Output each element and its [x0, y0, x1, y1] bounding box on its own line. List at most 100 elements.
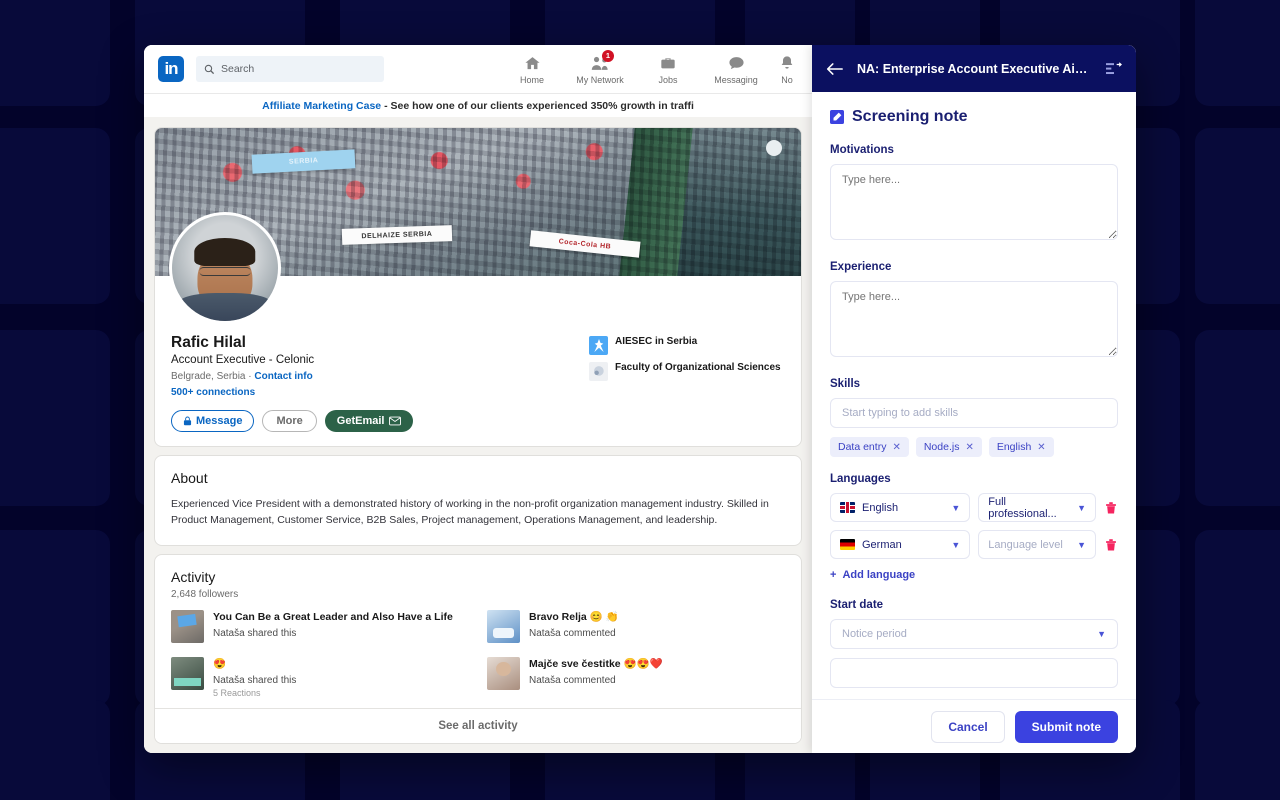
followers-count: 2,648 followers	[171, 589, 785, 600]
language-select[interactable]: German ▼	[830, 530, 970, 559]
skills-input[interactable]: Start typing to add skills	[830, 398, 1118, 428]
skill-chip[interactable]: Node.js ✕	[916, 437, 982, 457]
getemail-label: GetEmail	[337, 415, 385, 427]
about-card: About Experienced Vice President with a …	[154, 455, 802, 546]
message-button[interactable]: Message	[171, 410, 254, 432]
language-row: German ▼ Language level ▼	[830, 530, 1118, 559]
home-icon	[524, 53, 541, 73]
background-tile	[1195, 128, 1280, 304]
skills-label: Skills	[830, 378, 1118, 390]
motivations-textarea[interactable]	[830, 164, 1118, 240]
skill-chip-label: English	[997, 441, 1031, 453]
start-date-secondary-field[interactable]	[830, 658, 1118, 688]
linkedin-nav-items: Home 1 My Network	[506, 53, 798, 85]
message-label: Message	[196, 415, 242, 427]
profile-location: Belgrade, Serbia · Contact info	[171, 371, 589, 382]
edit-note-icon	[830, 110, 844, 124]
start-date-label: Start date	[830, 599, 1118, 611]
submit-note-button[interactable]: Submit note	[1015, 711, 1118, 743]
background-tile	[0, 0, 110, 106]
language-level-placeholder: Language level	[988, 539, 1063, 551]
language-level-select[interactable]: Full professional... ▼	[978, 493, 1096, 522]
panel-title: NA: Enterprise Account Executive Airl…	[857, 62, 1092, 76]
add-language-button[interactable]: + Add language	[830, 569, 1118, 581]
background-tile	[0, 128, 110, 304]
background-tile	[1195, 0, 1280, 106]
list-item[interactable]: You Can Be a Great Leader and Also Have …	[171, 610, 469, 643]
organization-item[interactable]: Faculty of Organizational Sciences	[589, 362, 785, 381]
chevron-down-icon: ▼	[1077, 503, 1086, 513]
delete-language-icon[interactable]	[1104, 538, 1118, 552]
panel-header: NA: Enterprise Account Executive Airl…	[812, 45, 1136, 92]
promo-link[interactable]: Affiliate Marketing Case	[262, 100, 381, 112]
nav-label: No	[781, 75, 793, 85]
nav-item-notifications[interactable]: No	[778, 53, 796, 85]
list-item[interactable]: Bravo Relja 😊 👏 Nataša commented	[487, 610, 785, 643]
nav-label: Jobs	[658, 75, 677, 85]
chat-bubble-icon	[728, 53, 745, 73]
screening-note-heading-label: Screening note	[852, 108, 968, 126]
remove-chip-icon[interactable]: ✕	[892, 442, 900, 453]
screening-note-heading: Screening note	[830, 108, 1118, 126]
activity-item-title: Bravo Relja 😊 👏	[529, 610, 619, 624]
activity-thumbnail	[171, 610, 204, 643]
language-level-select[interactable]: Language level ▼	[978, 530, 1096, 559]
arrow-left-icon[interactable]	[826, 62, 843, 76]
see-all-activity-button[interactable]: See all activity	[155, 708, 801, 743]
remove-chip-icon[interactable]: ✕	[965, 442, 973, 453]
avatar-shirt	[177, 293, 272, 321]
linkedin-logo-icon[interactable]: in	[158, 56, 184, 82]
profile-scroll-area: SERBIA DELHAIZE SERBIA Coca-Cola HB Rafi…	[144, 117, 812, 744]
activity-thumbnail	[487, 610, 520, 643]
flag-de-icon	[840, 539, 855, 550]
profile-organizations: AIESEC in Serbia Faculty of Organization…	[589, 334, 785, 432]
aiesec-logo-icon	[589, 336, 608, 355]
remove-chip-icon[interactable]: ✕	[1037, 442, 1045, 453]
activity-item-meta: Nataša shared this	[213, 628, 453, 639]
list-item[interactable]: 😍 Nataša shared this 5 Reactions	[171, 657, 469, 698]
organization-item[interactable]: AIESEC in Serbia	[589, 336, 785, 355]
more-button[interactable]: More	[262, 410, 316, 432]
skill-chip[interactable]: Data entry ✕	[830, 437, 909, 457]
connections-count[interactable]: 500+ connections	[171, 387, 589, 398]
nav-label: Home	[520, 75, 544, 85]
cover-photo: SERBIA DELHAIZE SERBIA Coca-Cola HB	[155, 128, 801, 276]
search-input[interactable]: Search	[196, 56, 384, 82]
list-item[interactable]: Majče sve čestitke 😍😍❤️ Nataša commented	[487, 657, 785, 698]
activity-title: Activity	[171, 569, 785, 585]
skill-chip[interactable]: English ✕	[989, 437, 1054, 457]
promo-banner[interactable]: Affiliate Marketing Case - See how one o…	[144, 93, 812, 117]
experience-textarea[interactable]	[830, 281, 1118, 357]
nav-item-my-network[interactable]: 1 My Network	[574, 53, 626, 85]
about-title: About	[171, 470, 785, 486]
language-select[interactable]: English ▼	[830, 493, 970, 522]
language-level-value: Full professional...	[988, 496, 1070, 520]
avatar-glasses	[200, 267, 251, 277]
notes-list-icon[interactable]	[1106, 62, 1122, 75]
activity-list: You Can Be a Great Leader and Also Have …	[171, 610, 785, 698]
nav-item-home[interactable]: Home	[506, 53, 558, 85]
location-text: Belgrade, Serbia ·	[171, 371, 252, 382]
activity-item-meta: Nataša shared this	[213, 675, 296, 686]
cancel-button[interactable]: Cancel	[931, 711, 1004, 743]
nav-item-messaging[interactable]: Messaging	[710, 53, 762, 85]
chevron-down-icon: ▼	[951, 503, 960, 513]
experience-label: Experience	[830, 261, 1118, 273]
delete-language-icon[interactable]	[1104, 501, 1118, 515]
nav-item-jobs[interactable]: Jobs	[642, 53, 694, 85]
university-logo-icon	[589, 362, 608, 381]
skill-chip-label: Data entry	[838, 441, 886, 453]
lock-icon	[183, 416, 192, 426]
avatar[interactable]	[169, 212, 281, 324]
notice-period-select[interactable]: Notice period ▼	[830, 619, 1118, 649]
motivations-label: Motivations	[830, 144, 1118, 156]
activity-item-title: Majče sve čestitke 😍😍❤️	[529, 657, 663, 671]
skills-chip-list: Data entry ✕ Node.js ✕ English ✕	[830, 437, 1118, 457]
language-name: English	[862, 502, 898, 514]
contact-info-link[interactable]: Contact info	[254, 371, 312, 382]
chevron-down-icon: ▼	[1097, 629, 1106, 639]
activity-item-meta: Nataša commented	[529, 675, 663, 686]
getemail-button[interactable]: GetEmail	[325, 410, 414, 432]
panel-footer: Cancel Submit note	[812, 699, 1136, 753]
search-icon	[204, 64, 215, 75]
